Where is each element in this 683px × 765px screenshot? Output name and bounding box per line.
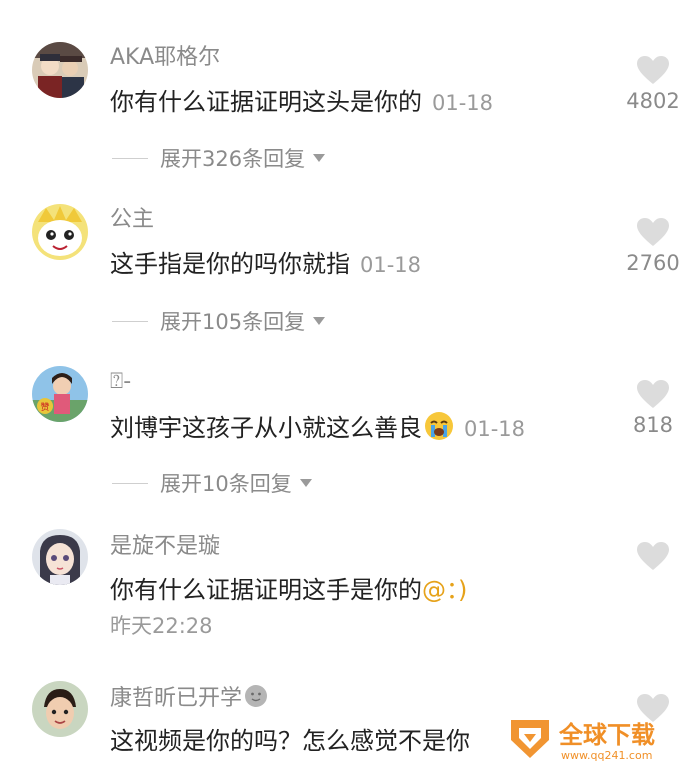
like-button[interactable]: 2760 <box>623 217 683 275</box>
child-photo-avatar[interactable] <box>32 681 88 737</box>
like-count: 818 <box>632 413 674 437</box>
photo-avatar[interactable]: 赞 <box>32 366 88 422</box>
caret-down-icon <box>299 479 312 487</box>
username-line: 康哲昕已开学 <box>110 684 268 713</box>
like-count: 4802 <box>626 89 680 113</box>
like-button[interactable] <box>623 541 683 571</box>
comment-date: 01-18 <box>360 253 422 277</box>
heart-icon <box>637 542 669 570</box>
comment-text-line: 刘博宇这孩子从小就这么善良 01-18 <box>110 411 525 445</box>
svg-text:www.qq241.com: www.qq241.com <box>561 749 652 762</box>
username[interactable]: 康哲昕已开学 <box>110 686 242 711</box>
comment-text-line: 这手指是你的吗你就指 01-18 <box>110 248 421 281</box>
expand-replies-label: 展开10条回复 <box>160 472 292 496</box>
comment-text: 你有什么证据证明这手是你的 <box>110 576 422 604</box>
anime-girl-avatar[interactable] <box>32 529 88 585</box>
divider-dash <box>112 157 148 159</box>
username[interactable]: AKA耶格尔 <box>110 44 220 72</box>
comment-text: 这手指是你的吗你就指 <box>110 250 350 278</box>
svg-text:赞: 赞 <box>40 401 49 413</box>
caret-down-icon <box>313 317 326 325</box>
comment-date: 01-18 <box>432 91 494 115</box>
heart-icon <box>637 380 669 408</box>
mention-link[interactable]: @：) <box>422 576 467 604</box>
svg-text:全球下载: 全球下载 <box>558 721 655 749</box>
grey-face-emoji-icon <box>245 685 268 707</box>
expand-replies-label: 展开326条回复 <box>160 147 306 171</box>
comment-text-line: 你有什么证据证明这头是你的 01-18 <box>110 86 493 119</box>
comment-text-line: 这视频是你的吗？怎么感觉不是你 <box>110 725 470 757</box>
expand-replies-label: 展开105条回复 <box>160 310 306 334</box>
cartoon-face-avatar[interactable] <box>32 204 88 260</box>
comment-date: 01-18 <box>464 417 526 441</box>
heart-icon <box>637 56 669 84</box>
heart-icon <box>637 218 669 246</box>
comment-text: 这视频是你的吗？怎么感觉不是你 <box>110 727 470 755</box>
expand-replies-button[interactable]: 展开326条回复 <box>112 144 326 172</box>
expand-replies-button[interactable]: 展开105条回复 <box>112 307 326 335</box>
username[interactable]: 公主 <box>110 206 154 234</box>
like-button[interactable]: 4802 <box>623 55 683 113</box>
like-count: 2760 <box>626 251 680 275</box>
expand-replies-button[interactable]: 展开10条回复 <box>112 469 312 497</box>
caret-down-icon <box>313 154 326 162</box>
comment-text: 刘博宇这孩子从小就这么善良 <box>110 414 422 442</box>
divider-dash <box>112 482 148 484</box>
username[interactable]: 是旋不是璇 <box>110 533 220 561</box>
comment-time: 昨天22:28 <box>110 614 213 638</box>
username[interactable]: ⍰- <box>110 368 131 396</box>
anime-characters-avatar[interactable] <box>32 42 88 98</box>
like-button[interactable]: 818 <box>623 379 683 437</box>
divider-dash <box>112 320 148 322</box>
crying-emoji-icon <box>425 412 453 440</box>
comment-text-line: 你有什么证据证明这手是你的@：) <box>110 574 467 606</box>
comment-text: 你有什么证据证明这头是你的 <box>110 88 422 116</box>
watermark-logo: 全球下载 www.qq241.com <box>511 720 655 762</box>
